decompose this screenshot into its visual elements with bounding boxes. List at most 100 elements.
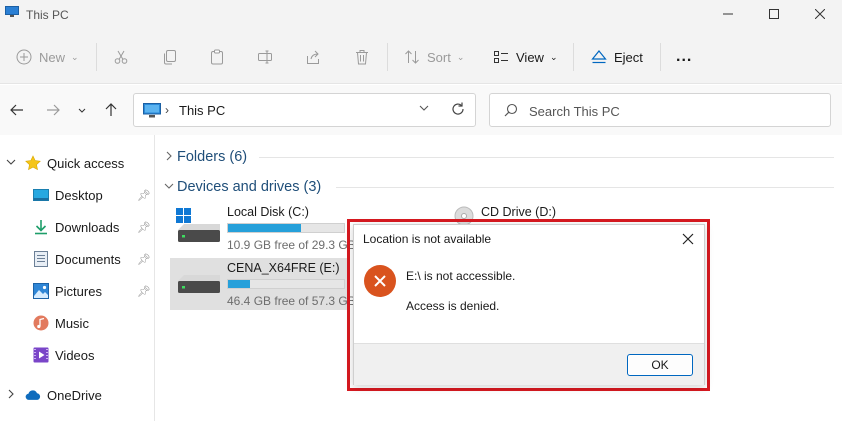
sidebar-item-label: Videos [55,347,95,363]
chevron-right-icon [164,151,176,164]
devices-group-header[interactable]: Devices and drives (3) [164,176,834,198]
devices-group-label: Devices and drives (3) [177,179,322,195]
dialog-footer: OK [354,343,704,385]
breadcrumb-chevron-icon: › [165,103,169,117]
navigation-pane: Quick access Desktop 📌︎ Downloads 📌︎ Doc… [0,135,155,421]
breadcrumb[interactable]: This PC [179,103,225,118]
drive-usage-fill [228,224,302,232]
plus-icon [16,49,32,65]
up-button[interactable] [100,99,122,121]
sidebar-item-quick-access[interactable]: Quick access [0,148,154,178]
drive-item-c[interactable]: Local Disk (C:) 10.9 GB free of 29.3 GB [170,202,356,254]
view-button[interactable]: View ⌄ [493,44,558,70]
recent-locations-button[interactable] [71,99,93,121]
divider [387,43,388,71]
clipboard-icon [211,49,223,65]
drive-name: CD Drive (D:) [481,205,556,219]
title-bar: This PC [0,0,842,30]
chevron-down-icon [164,181,176,194]
drive-item-e[interactable]: CENA_X64FRE (E:) 46.4 GB free of 57.3 GB [170,258,356,310]
sidebar-item-videos[interactable]: Videos [0,340,154,370]
eject-icon [591,50,607,64]
view-label: View [516,49,544,65]
chevron-down-icon [78,108,86,113]
drive-usage-bar [227,223,345,233]
sidebar-item-downloads[interactable]: Downloads 📌︎ [0,212,154,242]
new-button[interactable]: New ⌄ [16,44,79,70]
share-icon [307,50,319,64]
drive-name: Local Disk (C:) [227,205,309,219]
music-icon [33,315,49,331]
dialog-close-button[interactable] [679,230,697,248]
eject-label: Eject [614,49,643,65]
ok-button[interactable]: OK [627,354,693,376]
star-icon [25,155,41,171]
error-dialog: Location is not available E:\ is not acc… [353,224,705,385]
sort-label: Sort [427,49,451,65]
removable-drive-icon [176,264,220,303]
arrow-left-icon [10,104,23,116]
minimize-button[interactable] [706,0,750,28]
address-history-dropdown[interactable] [419,103,429,116]
sidebar-item-music[interactable]: Music [0,308,154,338]
error-message: E:\ is not accessible. [406,269,516,283]
refresh-icon [452,102,464,115]
refresh-button[interactable] [450,101,466,120]
sidebar-item-documents[interactable]: Documents 📌︎ [0,244,154,274]
close-icon [682,233,694,245]
address-bar[interactable]: › This PC [133,93,476,127]
sidebar-item-label: Quick access [47,155,125,171]
videos-icon [33,347,49,363]
sidebar-item-onedrive[interactable]: OneDrive [0,380,154,410]
cloud-icon [25,387,41,403]
sidebar-item-desktop[interactable]: Desktop 📌︎ [0,180,154,210]
window-title: This PC [26,8,69,22]
divider [96,43,97,71]
folders-group-header[interactable]: Folders (6) [164,146,834,168]
sidebar-item-label: Music [55,315,89,331]
chevron-down-icon: ⌄ [456,51,465,62]
more-options-button[interactable]: ... [676,44,692,70]
paste-button[interactable] [209,44,225,70]
forward-button[interactable] [42,99,64,121]
search-box [489,93,831,127]
command-bar: New ⌄ Sort ⌄ View ⌄ Eject ... [0,30,842,84]
rename-icon [258,50,272,64]
chevron-right-icon[interactable] [6,389,16,402]
close-window-button[interactable] [798,0,842,28]
divider [660,43,661,71]
copy-button[interactable] [162,44,178,70]
dialog-title: Location is not available [363,232,492,246]
back-button[interactable] [6,99,28,121]
pin-icon[interactable]: 📌︎ [137,285,151,298]
maximize-button[interactable] [752,0,796,28]
delete-button[interactable] [354,44,370,70]
pin-icon[interactable]: 📌︎ [137,189,151,202]
search-icon [504,103,518,120]
drive-name: CENA_X64FRE (E:) [227,261,340,275]
download-icon [33,219,49,235]
arrow-up-icon [105,103,117,116]
divider [573,43,574,71]
chevron-down-icon: ⌄ [71,51,79,62]
sidebar-item-label: Desktop [55,187,103,203]
trash-icon [356,50,368,65]
pin-icon[interactable]: 📌︎ [137,221,151,234]
search-input[interactable] [529,101,819,121]
address-row: › This PC [0,85,842,135]
pin-icon[interactable]: 📌︎ [137,253,151,266]
sidebar-item-label: Documents [55,251,121,267]
sidebar-item-pictures[interactable]: Pictures 📌︎ [0,276,154,306]
rename-button[interactable] [257,44,273,70]
sidebar-item-label: Downloads [55,219,120,235]
new-label: New [39,49,66,65]
cut-button[interactable] [113,44,129,70]
this-pc-icon [143,103,161,121]
sort-button[interactable]: Sort ⌄ [404,44,464,70]
share-button[interactable] [305,44,321,70]
chevron-down-icon[interactable] [6,157,16,170]
documents-icon [33,251,49,267]
sort-icon [405,50,419,64]
eject-button[interactable]: Eject [591,44,643,70]
chevron-down-icon: ⌄ [549,51,558,62]
